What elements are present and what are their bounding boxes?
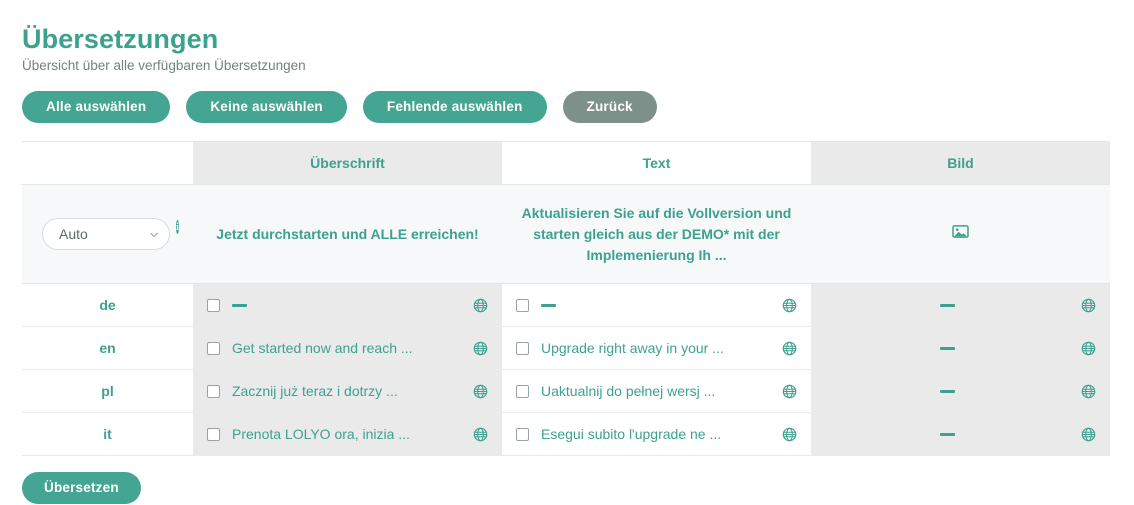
row-heading-cell: Prenota LOLYO ora, inizia ...: [193, 412, 502, 456]
row-heading-text: Zacznij już teraz i dotrzy ...: [232, 383, 398, 399]
info-icon[interactable]: i: [176, 220, 179, 234]
row-heading-cell: Zacznij już teraz i dotrzy ...: [193, 369, 502, 413]
back-button[interactable]: Zurück: [562, 91, 657, 123]
select-all-button[interactable]: Alle auswählen: [22, 91, 171, 123]
globe-icon[interactable]: [1081, 341, 1096, 356]
empty-dash: [232, 303, 461, 307]
row-text-checkbox[interactable]: [516, 384, 529, 398]
row-text-text: Uaktualnij do pełnej wersj ...: [541, 383, 716, 399]
footer: Übersetzen: [22, 472, 1112, 504]
source-heading-cell: Jetzt durchstarten und ALLE erreichen!: [193, 184, 502, 284]
globe-icon[interactable]: [473, 341, 488, 356]
row-language-label: pl: [101, 383, 114, 399]
globe-icon[interactable]: [1081, 427, 1096, 442]
source-heading-text: Jetzt durchstarten und ALLE erreichen!: [216, 225, 479, 242]
globe-icon[interactable]: [782, 427, 797, 442]
row-language-cell: it: [22, 412, 193, 456]
row-text-text: Esegui subito l'upgrade ne ...: [541, 426, 722, 442]
column-header-image: Bild: [811, 141, 1110, 185]
globe-icon[interactable]: [473, 298, 488, 313]
empty-dash: [825, 303, 1069, 307]
empty-dash: [825, 389, 1069, 393]
row-language-label: it: [103, 426, 112, 442]
row-heading-text: Prenota LOLYO ora, inizia ...: [232, 426, 410, 442]
row-text-checkbox[interactable]: [516, 298, 529, 312]
row-text-checkbox[interactable]: [516, 427, 529, 441]
globe-icon[interactable]: [1081, 384, 1096, 399]
language-select-wrapper: Auto: [42, 218, 170, 250]
row-heading-text: Get started now and reach ...: [232, 340, 413, 356]
row-heading-checkbox[interactable]: [207, 341, 220, 355]
row-text-checkbox[interactable]: [516, 341, 529, 355]
row-heading-checkbox[interactable]: [207, 384, 220, 398]
page-subtitle: Übersicht über alle verfügbaren Übersetz…: [22, 58, 306, 73]
globe-icon[interactable]: [782, 341, 797, 356]
row-image-cell: [811, 412, 1110, 456]
source-language-cell: Auto i: [22, 184, 193, 284]
row-text-text: Upgrade right away in your ...: [541, 340, 724, 356]
globe-icon[interactable]: [782, 384, 797, 399]
row-heading-checkbox[interactable]: [207, 427, 220, 441]
empty-dash: [825, 432, 1069, 436]
source-text-cell: Aktualisieren Sie auf die Vollversion un…: [502, 184, 811, 284]
table-row: en Get started now and reach ... Upgrade r…: [22, 326, 1110, 370]
source-image-cell: [811, 184, 1110, 284]
row-image-cell: [811, 283, 1110, 327]
row-text-cell: [502, 283, 811, 327]
globe-icon[interactable]: [473, 427, 488, 442]
table-header-row: Überschrift Text Bild: [22, 141, 1110, 185]
toolbar: Alle auswählen Keine auswählen Fehlende …: [22, 91, 1112, 123]
translations-table: Überschrift Text Bild Auto i Jetzt durch…: [22, 141, 1110, 456]
page-title: Übersetzungen: [22, 24, 219, 54]
row-language-cell: de: [22, 283, 193, 327]
globe-icon[interactable]: [1081, 298, 1096, 313]
translations-page: Übersetzungen Übersicht über alle verfüg…: [0, 0, 1134, 505]
select-none-button[interactable]: Keine auswählen: [186, 91, 347, 123]
table-body: Auto i Jetzt durchstarten und ALLE errei…: [22, 184, 1110, 456]
source-language-row: Auto i Jetzt durchstarten und ALLE errei…: [22, 184, 1110, 284]
table-head: Überschrift Text Bild: [22, 141, 1110, 185]
empty-dash: [541, 303, 770, 307]
column-header-language: [22, 141, 193, 185]
table-row: pl Zacznij już teraz i dotrzy ... Uaktualn…: [22, 369, 1110, 413]
table-row: it Prenota LOLYO ora, inizia ... Esegui su…: [22, 412, 1110, 456]
language-select[interactable]: Auto: [42, 218, 170, 250]
row-language-cell: pl: [22, 369, 193, 413]
column-header-heading: Überschrift: [193, 141, 502, 185]
row-text-cell: Upgrade right away in your ...: [502, 326, 811, 370]
row-language-label: de: [99, 297, 116, 313]
row-heading-checkbox[interactable]: [207, 298, 220, 312]
select-missing-button[interactable]: Fehlende auswählen: [362, 91, 547, 123]
table-row: de: [22, 283, 1110, 327]
column-header-text: Text: [502, 141, 811, 185]
row-heading-cell: [193, 283, 502, 327]
translate-button[interactable]: Übersetzen: [22, 472, 141, 504]
globe-icon[interactable]: [473, 384, 488, 399]
source-body-text: Aktualisieren Sie auf die Vollversion un…: [521, 204, 792, 263]
row-image-cell: [811, 326, 1110, 370]
row-image-cell: [811, 369, 1110, 413]
image-icon: [952, 225, 969, 238]
row-text-cell: Uaktualnij do pełnej wersj ...: [502, 369, 811, 413]
row-language-cell: en: [22, 326, 193, 370]
empty-dash: [825, 346, 1069, 350]
row-text-cell: Esegui subito l'upgrade ne ...: [502, 412, 811, 456]
globe-icon[interactable]: [782, 298, 797, 313]
row-heading-cell: Get started now and reach ...: [193, 326, 502, 370]
row-language-label: en: [99, 340, 116, 356]
